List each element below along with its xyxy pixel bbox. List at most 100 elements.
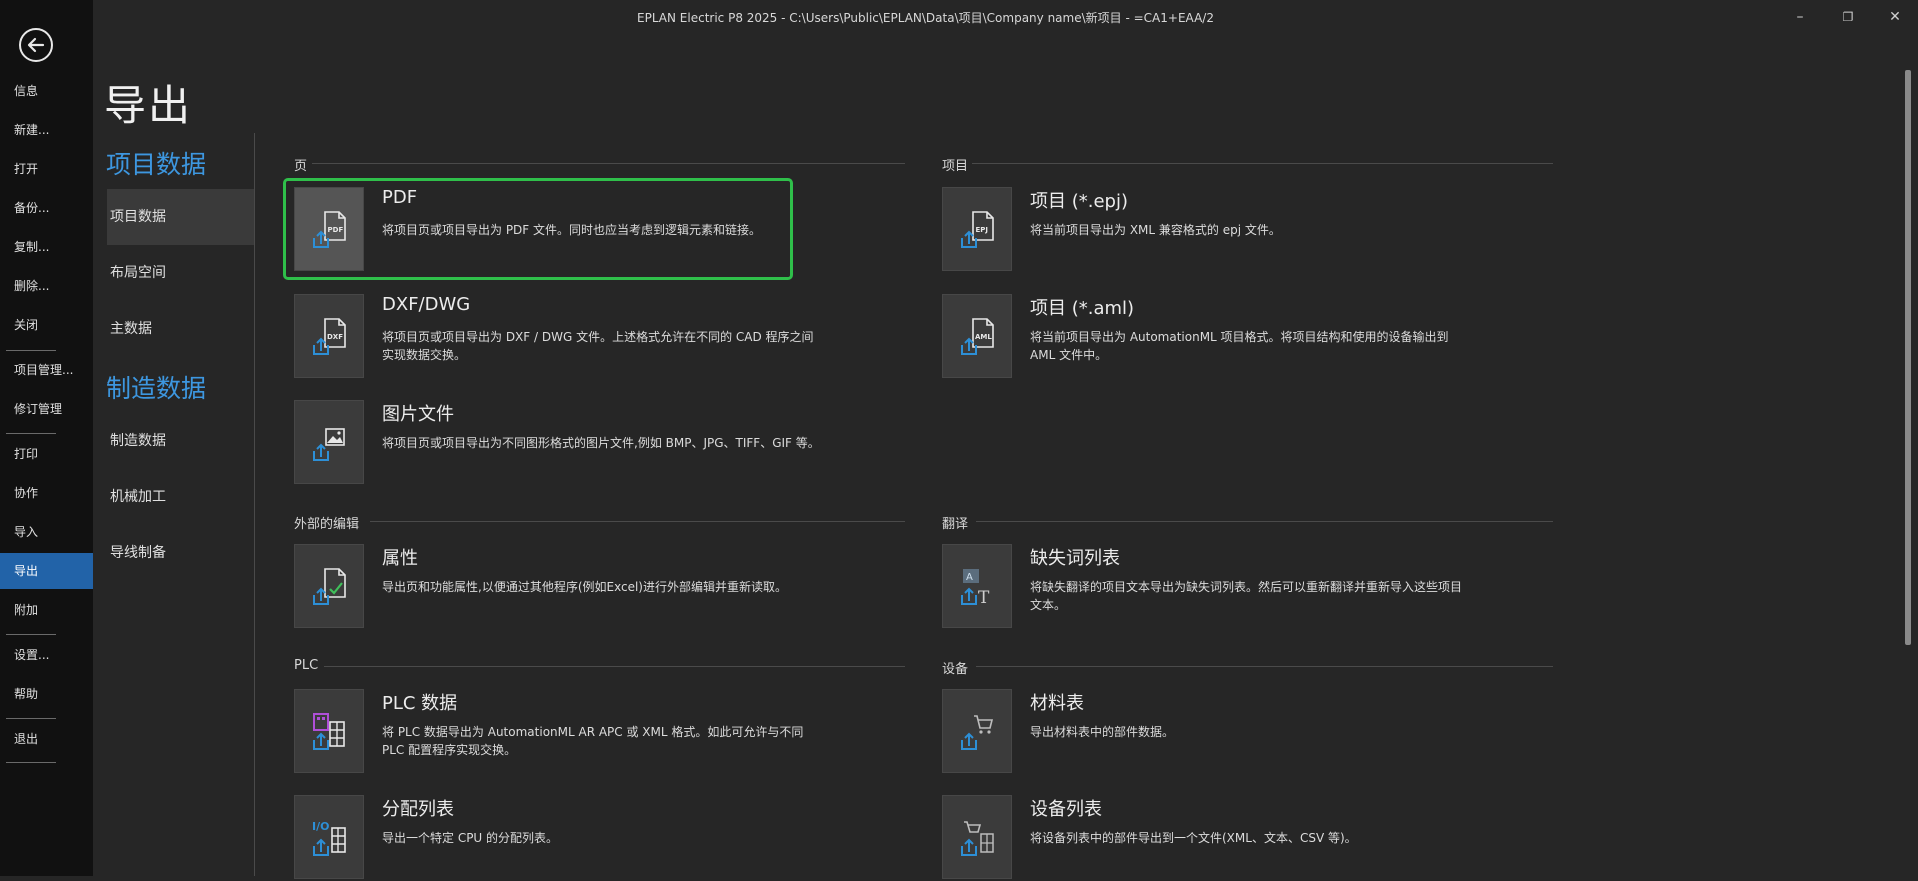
- nav-divider: [254, 133, 255, 876]
- export-image-tile[interactable]: 图片文件 将项目页或项目导出为不同图形格式的图片文件,例如 BMP、JPG、TI…: [294, 400, 820, 486]
- restore-button[interactable]: ❐: [1833, 6, 1863, 28]
- svg-text:DXF: DXF: [327, 333, 343, 341]
- minimize-button[interactable]: –: [1785, 6, 1815, 28]
- nav-item-master-data[interactable]: 主数据: [107, 301, 255, 357]
- svg-text:I/O: I/O: [312, 820, 329, 833]
- export-bom-description: 导出材料表中的部件数据。: [1030, 725, 1175, 739]
- rail-item-project-management[interactable]: 项目管理...: [0, 352, 93, 388]
- section-divider: [976, 521, 1553, 522]
- export-bom-tile[interactable]: 材料表 导出材料表中的部件数据。: [942, 689, 1462, 775]
- nav-item-project-data[interactable]: 项目数据: [107, 189, 255, 245]
- rail-item-addons[interactable]: 附加: [0, 592, 93, 628]
- svg-text:AML: AML: [975, 333, 992, 341]
- aml-export-icon: AML: [942, 294, 1012, 378]
- section-divider: [976, 666, 1553, 667]
- export-image-title: 图片文件: [382, 404, 454, 425]
- rail-item-print[interactable]: 打印: [0, 436, 93, 472]
- page-title: 导出: [104, 81, 193, 130]
- back-arrow-icon: [27, 37, 45, 53]
- bom-export-icon: [942, 689, 1012, 773]
- export-plc-data-description: 将 PLC 数据导出为 AutomationML AR APC 或 XML 格式…: [382, 725, 804, 757]
- export-properties-tile[interactable]: 属性 导出页和功能属性,以便通过其他程序(例如Excel)进行外部编辑并重新读取…: [294, 544, 814, 630]
- export-dxf-title: DXF/DWG: [382, 294, 471, 315]
- nav-item-manufacturing-data[interactable]: 制造数据: [107, 413, 255, 469]
- section-label-devices: 设备: [942, 662, 969, 677]
- export-device-list-title: 设备列表: [1030, 799, 1102, 820]
- plc-data-export-icon: [294, 689, 364, 773]
- export-dxf-tile[interactable]: DXF DXF/DWG 将项目页或项目导出为 DXF / DWG 文件。上述格式…: [294, 294, 814, 380]
- section-label-translation: 翻译: [942, 517, 969, 532]
- rail-separator: [6, 718, 56, 719]
- export-bom-title: 材料表: [1030, 693, 1084, 714]
- export-epj-title: 项目 (*.epj): [1030, 191, 1128, 212]
- section-divider: [324, 666, 905, 667]
- svg-text:A: A: [966, 572, 973, 583]
- category-manufacturing-data: 制造数据: [106, 374, 207, 403]
- section-label-plc: PLC: [294, 658, 319, 673]
- rail-item-settings[interactable]: 设置...: [0, 637, 93, 673]
- rail-item-info[interactable]: 信息: [0, 73, 93, 109]
- properties-export-icon: [294, 544, 364, 628]
- export-properties-title: 属性: [382, 548, 418, 569]
- export-device-list-tile[interactable]: 设备列表 将设备列表中的部件导出到一个文件(XML、文本、CSV 等)。: [942, 795, 1462, 881]
- back-button[interactable]: [19, 28, 53, 62]
- device-list-export-icon: [942, 795, 1012, 879]
- export-plc-data-tile[interactable]: PLC 数据 将 PLC 数据导出为 AutomationML AR APC 或…: [294, 689, 814, 775]
- nav-item-wire-preparation[interactable]: 导线制备: [107, 525, 255, 581]
- export-aml-title: 项目 (*.aml): [1030, 298, 1135, 319]
- rail-item-close[interactable]: 关闭: [0, 307, 93, 343]
- export-assignment-list-tile[interactable]: I/O 分配列表 导出一个特定 CPU 的分配列表。: [294, 795, 814, 881]
- section-divider: [370, 521, 905, 522]
- selection-highlight: [283, 178, 793, 280]
- epj-export-icon: EPJ: [942, 187, 1012, 271]
- rail-item-revision-management[interactable]: 修订管理: [0, 391, 93, 427]
- export-aml-description: 将当前项目导出为 AutomationML 项目格式。将项目结构和使用的设备输出…: [1030, 330, 1449, 362]
- rail-separator: [6, 433, 56, 434]
- svg-text:EPJ: EPJ: [976, 226, 989, 234]
- section-label-page: 页: [294, 159, 308, 174]
- rail-item-collaborate[interactable]: 协作: [0, 475, 93, 511]
- section-label-project: 项目: [942, 159, 969, 174]
- rail-item-new[interactable]: 新建...: [0, 112, 93, 148]
- export-device-list-description: 将设备列表中的部件导出到一个文件(XML、文本、CSV 等)。: [1030, 831, 1357, 845]
- title-bar: EPLAN Electric P8 2025 - C:\Users\Public…: [93, 0, 1918, 34]
- export-missing-words-tile[interactable]: AT 缺失词列表 将缺失翻译的项目文本导出为缺失词列表。然后可以重新翻译并重新导…: [942, 544, 1462, 630]
- export-epj-tile[interactable]: EPJ 项目 (*.epj) 将当前项目导出为 XML 兼容格式的 epj 文件…: [942, 187, 1462, 273]
- export-image-description: 将项目页或项目导出为不同图形格式的图片文件,例如 BMP、JPG、TIFF、GI…: [382, 436, 820, 450]
- export-missing-words-title: 缺失词列表: [1030, 548, 1120, 569]
- missing-words-export-icon: AT: [942, 544, 1012, 628]
- category-project-data: 项目数据: [106, 150, 207, 179]
- close-button[interactable]: ✕: [1880, 6, 1910, 28]
- rail-item-import[interactable]: 导入: [0, 514, 93, 550]
- export-assignment-list-title: 分配列表: [382, 799, 454, 820]
- section-label-external-editing: 外部的编辑: [294, 517, 360, 532]
- rail-item-copy[interactable]: 复制...: [0, 229, 93, 265]
- rail-item-exit[interactable]: 退出: [0, 721, 93, 757]
- rail-item-export[interactable]: 导出: [0, 553, 93, 589]
- nav-item-layout-space[interactable]: 布局空间: [107, 245, 255, 301]
- section-divider: [972, 163, 1553, 164]
- dxf-export-icon: DXF: [294, 294, 364, 378]
- rail-separator: [6, 634, 56, 635]
- rail-separator: [6, 762, 56, 763]
- rail-item-help[interactable]: 帮助: [0, 676, 93, 712]
- export-assignment-list-description: 导出一个特定 CPU 的分配列表。: [382, 831, 559, 845]
- export-properties-description: 导出页和功能属性,以便通过其他程序(例如Excel)进行外部编辑并重新读取。: [382, 580, 787, 594]
- export-missing-words-description: 将缺失翻译的项目文本导出为缺失词列表。然后可以重新翻译并重新导入这些项目文本。: [1030, 580, 1463, 612]
- rail-item-delete[interactable]: 删除...: [0, 268, 93, 304]
- rail-separator: [6, 350, 56, 351]
- window-title: EPLAN Electric P8 2025 - C:\Users\Public…: [637, 11, 1214, 25]
- assignment-list-export-icon: I/O: [294, 795, 364, 879]
- backstage-rail: 信息 新建... 打开 备份... 复制... 删除... 关闭 项目管理...…: [0, 0, 93, 876]
- export-dxf-description: 将项目页或项目导出为 DXF / DWG 文件。上述格式允许在不同的 CAD 程…: [382, 330, 814, 362]
- export-epj-description: 将当前项目导出为 XML 兼容格式的 epj 文件。: [1030, 223, 1281, 237]
- rail-item-backup[interactable]: 备份...: [0, 190, 93, 226]
- nav-item-machining[interactable]: 机械加工: [107, 469, 255, 525]
- scrollbar-thumb[interactable]: [1905, 70, 1911, 645]
- section-divider: [312, 163, 905, 164]
- export-aml-tile[interactable]: AML 项目 (*.aml) 将当前项目导出为 AutomationML 项目格…: [942, 294, 1462, 380]
- rail-item-open[interactable]: 打开: [0, 151, 93, 187]
- image-export-icon: [294, 400, 364, 484]
- export-plc-data-title: PLC 数据: [382, 693, 458, 714]
- svg-text:T: T: [978, 588, 990, 607]
